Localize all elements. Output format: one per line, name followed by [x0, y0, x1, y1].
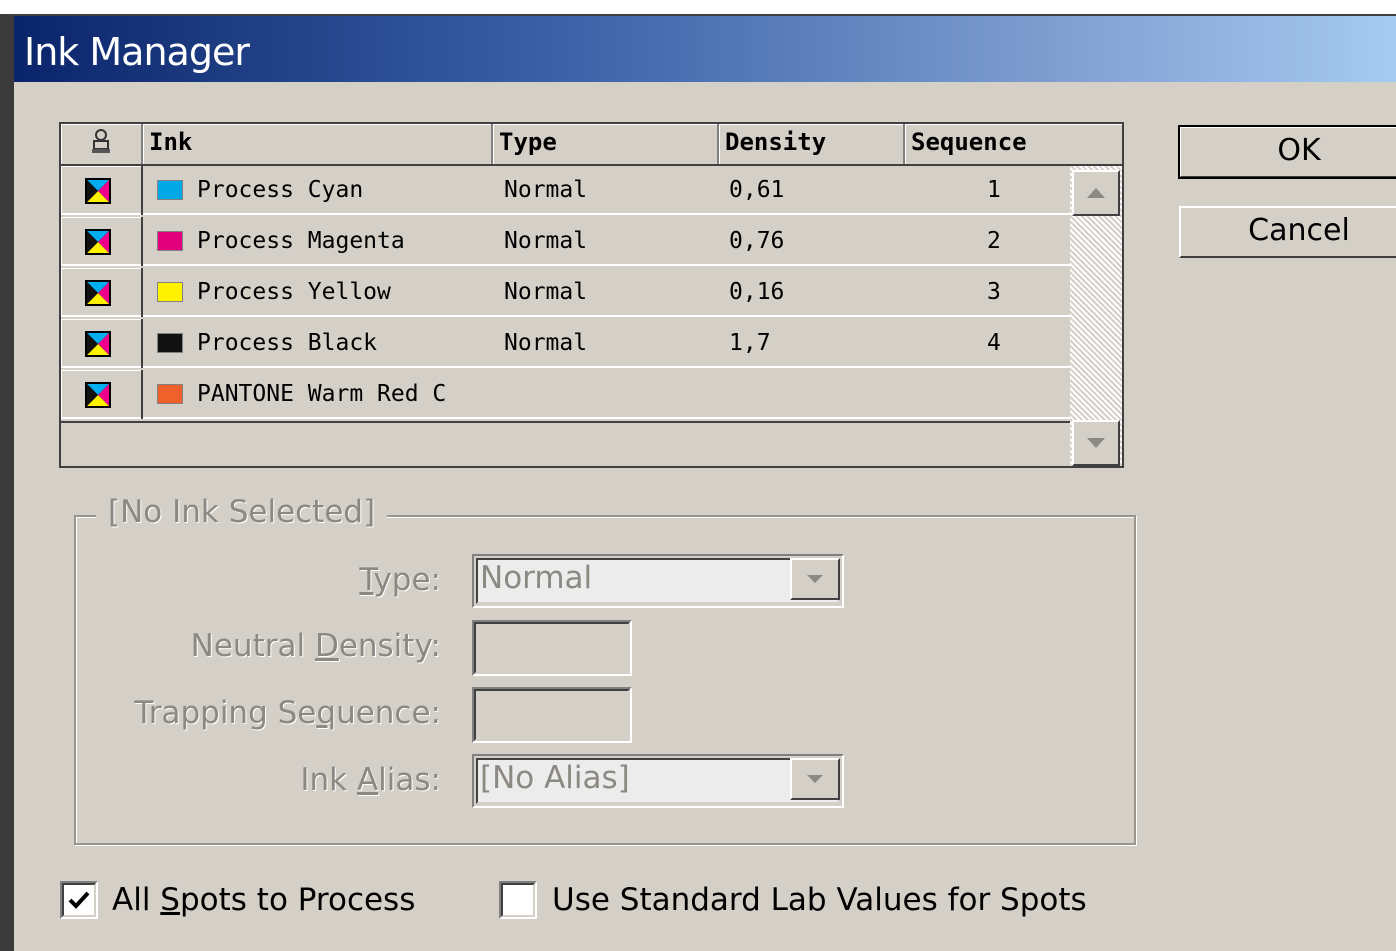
- neutral-density-label: Neutral Density:: [190, 628, 441, 664]
- cancel-button[interactable]: Cancel: [1179, 206, 1396, 258]
- ink-name: Process Black: [197, 330, 378, 356]
- trapping-sequence-label: Trapping Sequence:: [134, 695, 441, 731]
- all-spots-to-process-checkbox[interactable]: [60, 881, 98, 919]
- type-select-value: Normal: [480, 560, 593, 596]
- process-ink-icon: [85, 331, 111, 357]
- process-ink-icon: [85, 229, 111, 255]
- ink-color-swatch: [157, 384, 183, 404]
- scroll-up-button[interactable]: [1072, 170, 1120, 216]
- ink-density: 1,7: [729, 330, 771, 356]
- ink-name: Process Magenta: [197, 228, 405, 254]
- table-row[interactable]: Process Cyan Normal 0,61 1: [61, 166, 1070, 215]
- process-ink-icon: [85, 382, 111, 408]
- table-row[interactable]: Process Magenta Normal 0,76 2: [61, 217, 1070, 266]
- ink-color-swatch: [157, 231, 183, 251]
- ink-type: Normal: [504, 330, 588, 356]
- print-ink-toggle[interactable]: [61, 166, 143, 215]
- ink-manager-dialog: Ink Manager Ink Type Density Sequence Pr…: [0, 14, 1396, 951]
- print-ink-toggle[interactable]: [61, 370, 143, 419]
- scroll-down-button[interactable]: [1072, 420, 1120, 466]
- ink-type: Normal: [504, 177, 588, 203]
- process-ink-icon: [85, 280, 111, 306]
- ink-density: 0,16: [729, 279, 785, 305]
- table-row[interactable]: Process Yellow Normal 0,16 3: [61, 268, 1070, 317]
- ink-list-table: Ink Type Density Sequence Process Cyan No…: [59, 122, 1124, 468]
- trapping-sequence-field[interactable]: [472, 687, 632, 743]
- ok-button[interactable]: OK: [1178, 125, 1396, 179]
- chevron-down-icon: [807, 575, 823, 583]
- ink-type: Normal: [504, 228, 588, 254]
- printer-icon: [92, 129, 110, 153]
- chevron-down-icon: [807, 775, 823, 783]
- column-header-type[interactable]: Type: [493, 124, 719, 164]
- type-label: Type:: [359, 562, 441, 598]
- ink-density: 0,76: [729, 228, 785, 254]
- ink-color-swatch: [157, 180, 183, 200]
- ink-density: 0,61: [729, 177, 785, 203]
- table-header: Ink Type Density Sequence: [61, 124, 1122, 166]
- neutral-density-field[interactable]: [472, 620, 632, 676]
- print-ink-toggle[interactable]: [61, 268, 143, 317]
- checkmark-icon: [68, 891, 90, 909]
- ink-sequence: 1: [987, 177, 1001, 203]
- process-ink-icon: [85, 178, 111, 204]
- ink-sequence: 2: [987, 228, 1001, 254]
- type-select[interactable]: Normal: [472, 554, 844, 608]
- column-header-ink[interactable]: Ink: [143, 124, 493, 164]
- column-header-density[interactable]: Density: [719, 124, 905, 164]
- ink-alias-select[interactable]: [No Alias]: [472, 754, 844, 808]
- table-row[interactable]: PANTONE Warm Red C: [61, 370, 1070, 419]
- ink-name: Process Cyan: [197, 177, 364, 203]
- standard-lab-values-checkbox[interactable]: [499, 881, 537, 919]
- group-legend: [No Ink Selected]: [96, 494, 388, 530]
- ink-name: PANTONE Warm Red C: [197, 381, 447, 407]
- title-bar[interactable]: Ink Manager: [14, 16, 1396, 82]
- ink-color-swatch: [157, 282, 183, 302]
- ink-alias-label: Ink Alias:: [300, 762, 441, 798]
- arrow-up-icon: [1087, 188, 1105, 198]
- ink-name: Process Yellow: [197, 279, 391, 305]
- column-header-sequence[interactable]: Sequence: [905, 124, 1122, 164]
- ink-alias-dropdown-button[interactable]: [790, 758, 840, 800]
- ink-sequence: 4: [987, 330, 1001, 356]
- arrow-down-icon: [1087, 438, 1105, 448]
- empty-row-area: [61, 421, 1070, 468]
- dialog-title: Ink Manager: [24, 30, 250, 74]
- all-spots-to-process-label[interactable]: All Spots to Process: [112, 882, 415, 918]
- ink-alias-select-value: [No Alias]: [480, 760, 630, 796]
- ink-color-swatch: [157, 333, 183, 353]
- type-dropdown-button[interactable]: [790, 558, 840, 600]
- printer-icon-header[interactable]: [61, 124, 143, 164]
- print-ink-toggle[interactable]: [61, 319, 143, 368]
- standard-lab-values-label[interactable]: Use Standard Lab Values for Spots: [552, 882, 1087, 918]
- print-ink-toggle[interactable]: [61, 217, 143, 266]
- table-row[interactable]: Process Black Normal 1,7 4: [61, 319, 1070, 368]
- ink-sequence: 3: [987, 279, 1001, 305]
- ink-type: Normal: [504, 279, 588, 305]
